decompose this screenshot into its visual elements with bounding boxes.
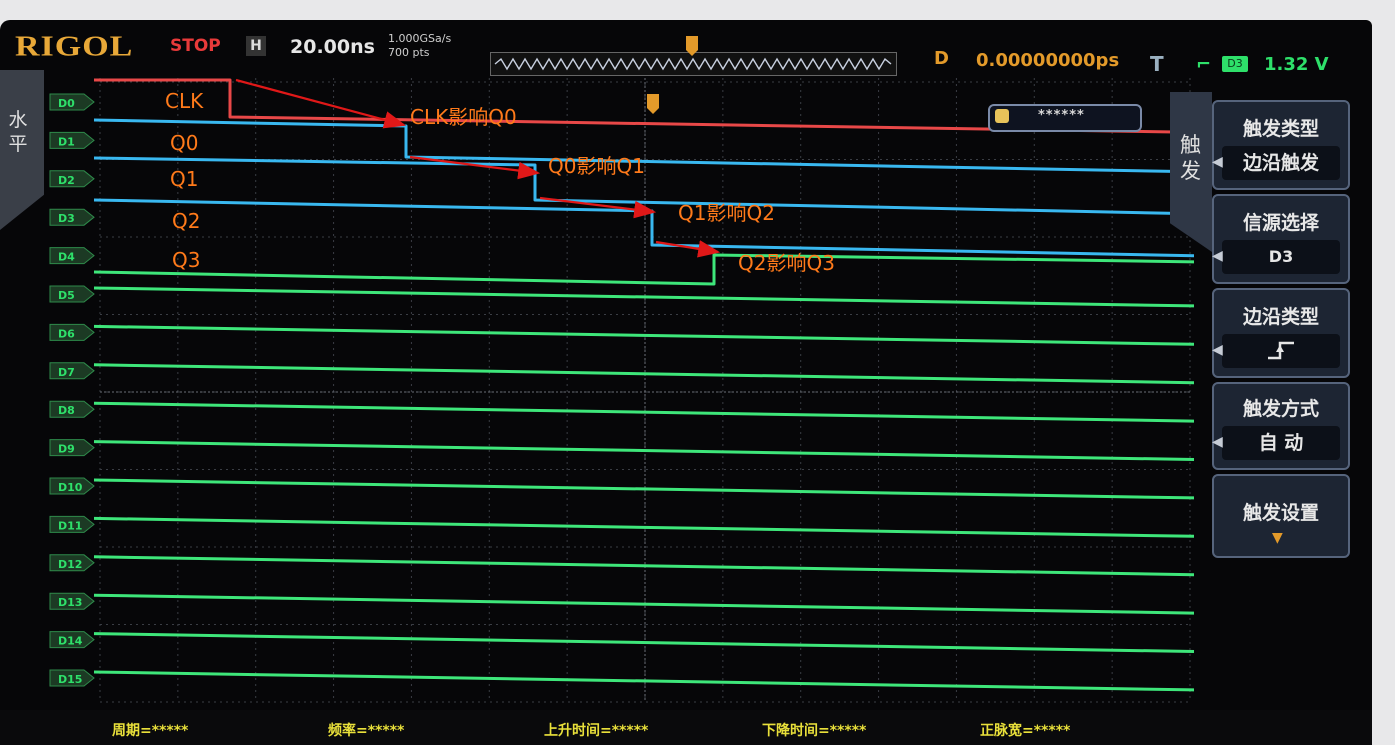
arrow-clk-q0 <box>235 78 407 129</box>
menu-left-arrow-icon: ◀ <box>1212 154 1223 170</box>
menu-edge-type-title: 边沿类型 <box>1242 306 1319 328</box>
menu-left-arrow-icon: ◀ <box>1212 434 1223 450</box>
arrow-q2-q3 <box>655 240 721 258</box>
menu-left-arrow-icon: ◀ <box>1212 342 1223 358</box>
measurement-positive-width[interactable]: 正脉宽=***** <box>980 720 1070 740</box>
menu-trigger-mode-title: 触发方式 <box>1242 398 1319 420</box>
menu-trigger-mode-value: 自 动 <box>1222 426 1340 460</box>
menu-trigger-type-title: 触发类型 <box>1242 118 1319 140</box>
rising-edge-icon <box>1268 341 1294 360</box>
menu-trigger-type[interactable]: 触发类型 边沿触发 ◀ <box>1212 100 1350 190</box>
measurement-fall-time[interactable]: 下降时间=***** <box>762 720 866 740</box>
menu-edge-type[interactable]: 边沿类型 ◀ <box>1212 288 1350 378</box>
menu-source-select[interactable]: 信源选择 D3 ◀ <box>1212 194 1350 284</box>
measurement-frequency[interactable]: 频率=***** <box>328 720 404 740</box>
menu-source-select-title: 信源选择 <box>1242 212 1319 234</box>
more-down-icon: ▼ <box>1272 530 1283 546</box>
arrow-q0-q1 <box>409 155 541 180</box>
trigger-menu-tab-label: 触发 <box>1180 133 1201 183</box>
measurement-bar: 周期=***** 频率=***** 上升时间=***** 下降时间=***** … <box>0 710 1372 745</box>
menu-edge-type-value <box>1222 334 1340 368</box>
menu-trigger-type-value: 边沿触发 <box>1222 146 1340 180</box>
menu-trigger-settings[interactable]: 触发设置 ▼ <box>1212 474 1350 558</box>
measurement-period[interactable]: 周期=***** <box>112 720 188 740</box>
menu-trigger-mode[interactable]: 触发方式 自 动 ◀ <box>1212 382 1350 470</box>
menu-left-arrow-icon: ◀ <box>1212 248 1223 264</box>
menu-source-select-value: D3 <box>1222 240 1340 274</box>
menu-trigger-settings-title: 触发设置 <box>1242 502 1319 524</box>
arrow-q1-q2 <box>539 196 657 219</box>
measurement-rise-time[interactable]: 上升时间=***** <box>544 720 648 740</box>
